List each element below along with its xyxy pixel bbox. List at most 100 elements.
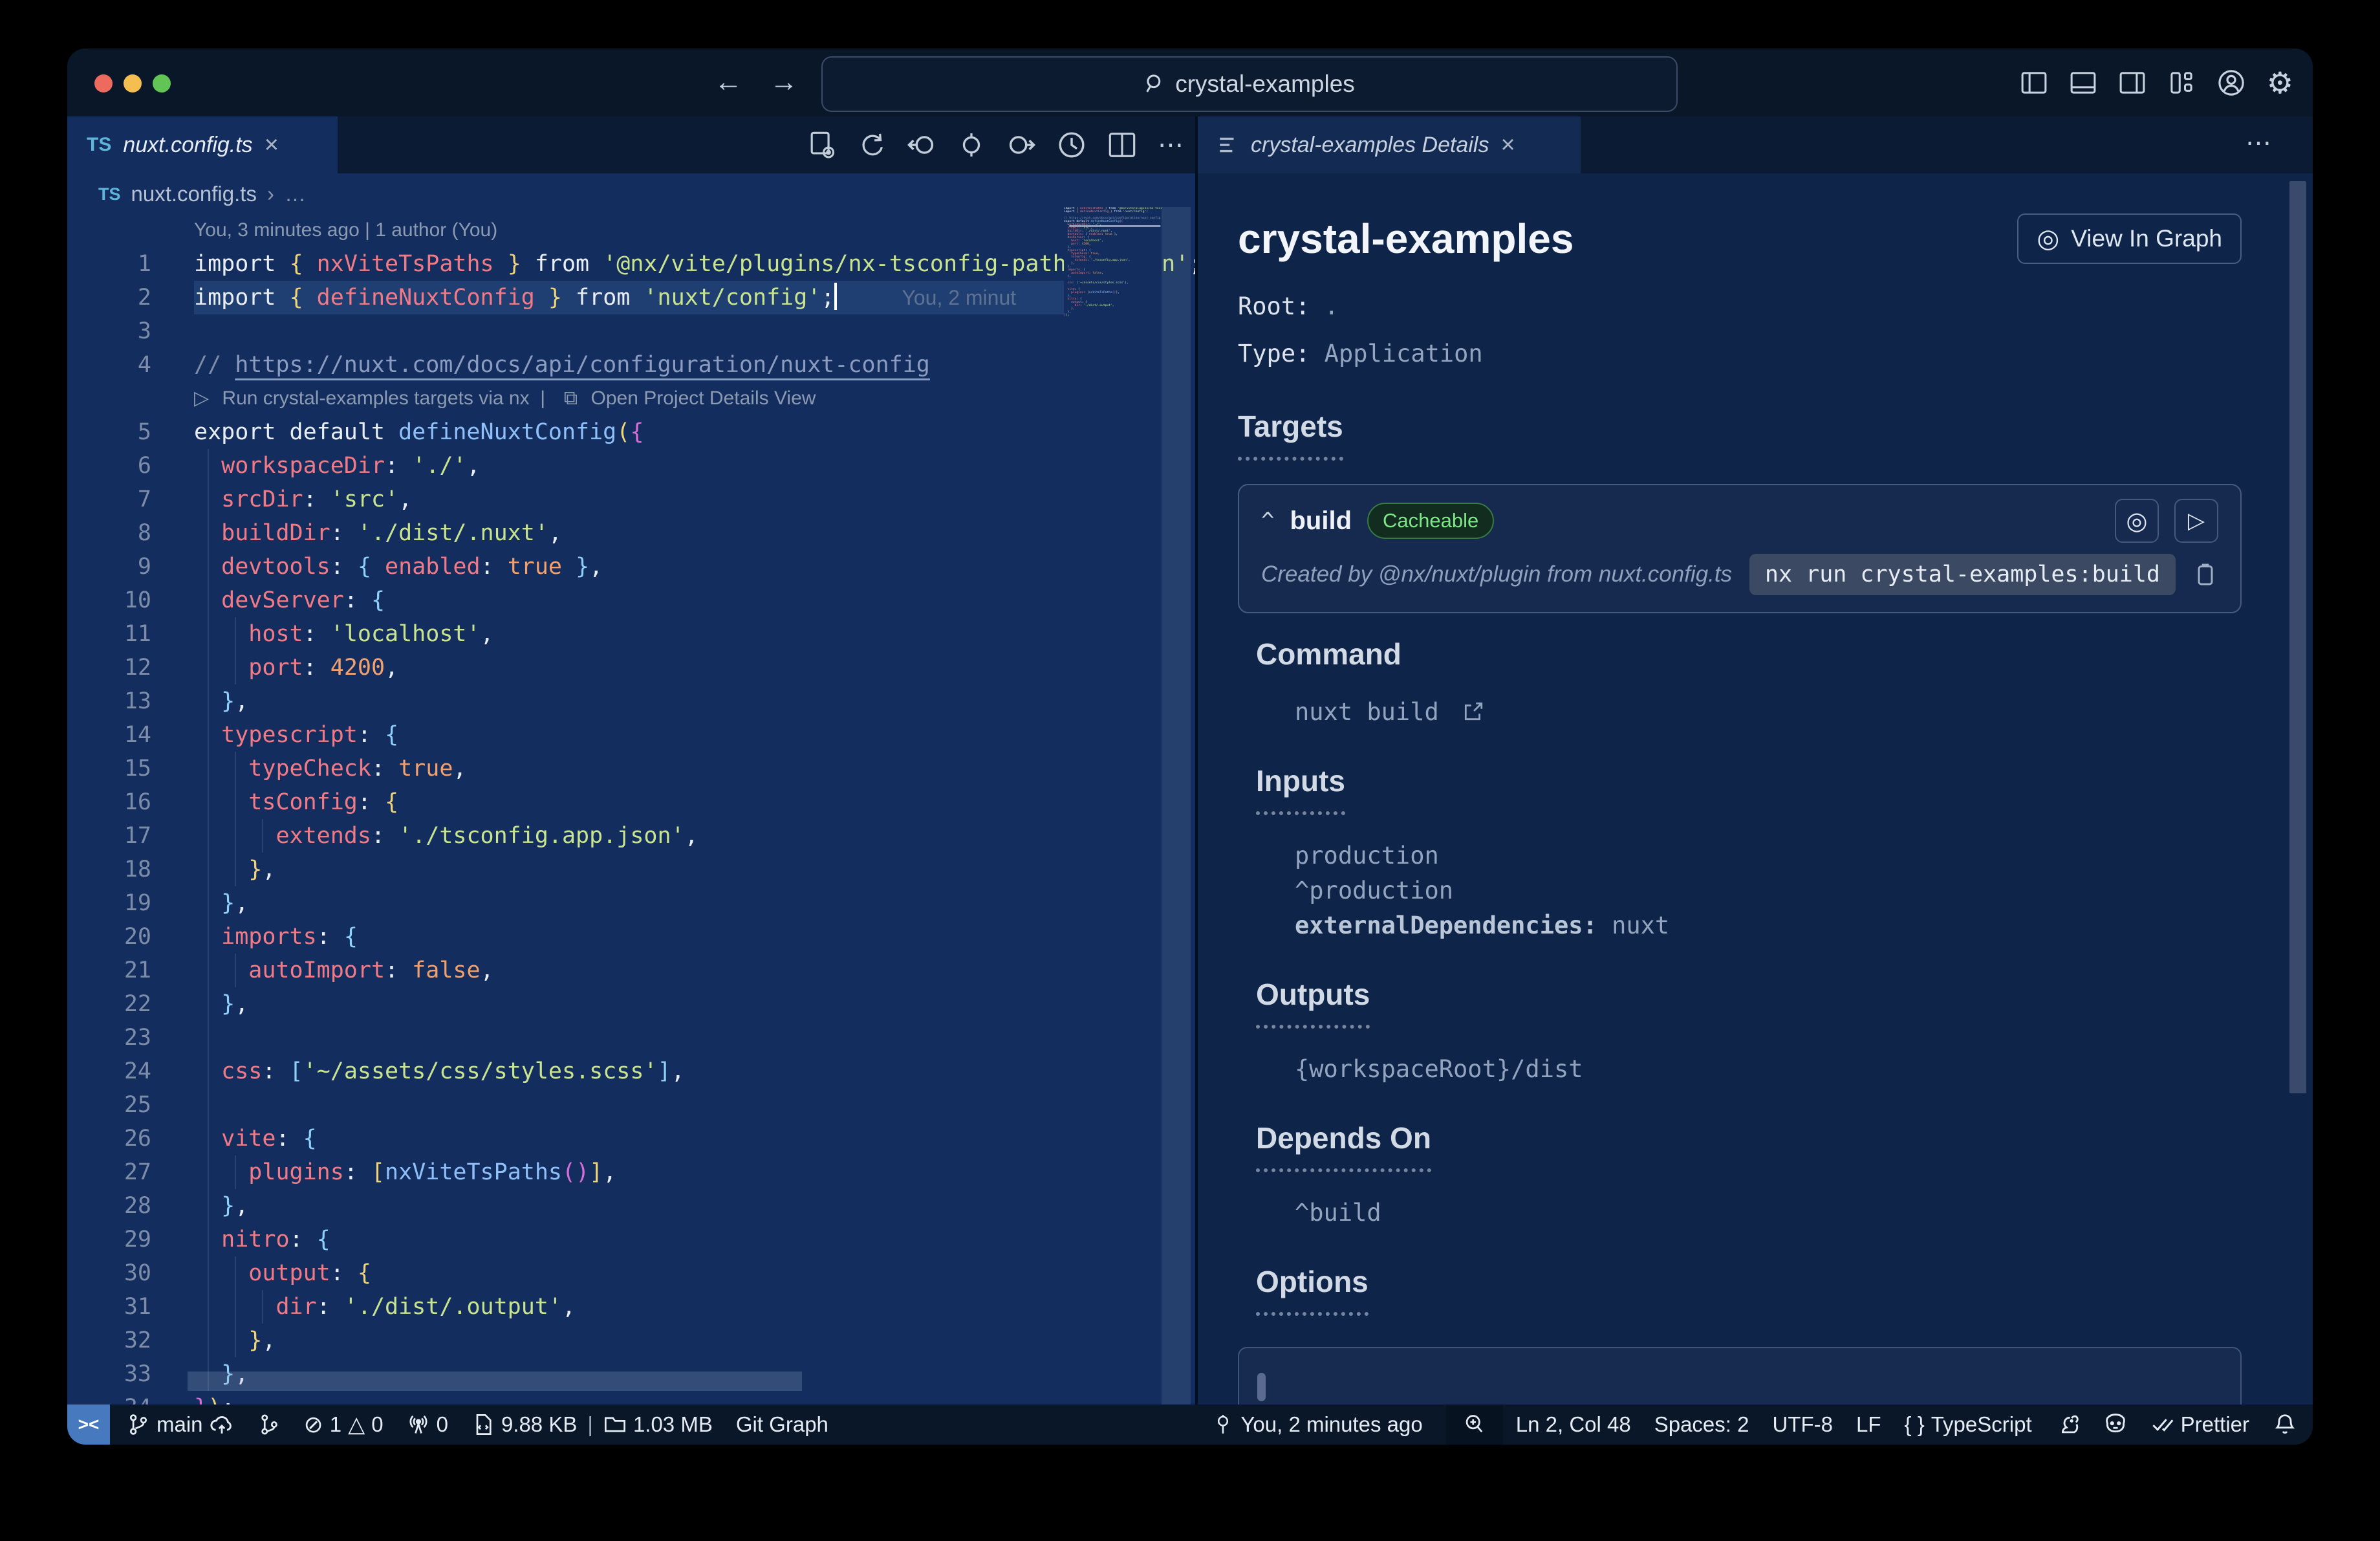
zoom-status[interactable] — [1445, 1404, 1503, 1445]
line-number[interactable]: 13 — [67, 684, 194, 718]
code-line[interactable]: 6 workspaceDir: './', — [67, 449, 1195, 483]
code-line[interactable]: 9 devtools: { enabled: true }, — [67, 550, 1195, 584]
code-line[interactable]: 23 — [67, 1021, 1195, 1055]
settings-gear-icon[interactable]: ⚙ — [2267, 68, 2293, 98]
line-number[interactable]: 4 — [67, 348, 194, 382]
line-number[interactable]: 24 — [67, 1055, 194, 1088]
code-line[interactable]: 14 typescript: { — [67, 718, 1195, 752]
encoding-status[interactable]: UTF-8 — [1772, 1412, 1833, 1437]
run-target-button[interactable]: ▷ — [2174, 499, 2218, 543]
tab-project-details[interactable]: crystal-examples Details × — [1198, 116, 1581, 173]
line-number[interactable]: 8 — [67, 516, 194, 550]
code-line[interactable]: import { defineNuxtConfig } from 'nuxt/c… — [1064, 210, 1162, 213]
remote-indicator[interactable]: >< — [67, 1404, 110, 1445]
line-number[interactable]: 16 — [67, 785, 194, 819]
squirrel-extension-icon[interactable] — [2055, 1412, 2080, 1437]
code-line[interactable]: 31 dir: './dist/.output', — [67, 1290, 1195, 1324]
code-line[interactable]: 28 }, — [67, 1189, 1195, 1223]
notifications-bell-icon[interactable] — [2273, 1412, 2297, 1437]
line-number[interactable]: 31 — [67, 1290, 194, 1324]
external-link-icon[interactable] — [1462, 701, 1484, 723]
view-in-graph-button[interactable]: ◎ View In Graph — [2017, 213, 2242, 264]
codelens-link[interactable]: Open Project Details View — [591, 388, 816, 409]
codelens-icon[interactable]: ▷ — [194, 388, 214, 409]
account-icon[interactable] — [2216, 68, 2246, 98]
problems-status[interactable]: ⊘ 1 △ 0 — [304, 1411, 384, 1438]
customize-layout-icon[interactable] — [2167, 69, 2196, 97]
code-line[interactable]: 10 devServer: { — [67, 584, 1195, 617]
next-change-icon[interactable] — [1006, 130, 1036, 160]
code-line[interactable]: 15 typeCheck: true, — [67, 752, 1195, 785]
command-center-search[interactable]: crystal-examples — [821, 56, 1678, 112]
minimize-window-button[interactable] — [124, 74, 142, 93]
vertical-scrollbar[interactable] — [1162, 207, 1191, 1404]
open-changes-icon[interactable] — [807, 130, 837, 160]
code-line[interactable]: 18 }, — [67, 853, 1195, 886]
options-code-block[interactable]: { "cwd": "." } — [1238, 1347, 2242, 1404]
line-number[interactable]: 33 — [67, 1357, 194, 1391]
codelens-link[interactable]: Run crystal-examples targets via nx — [222, 388, 529, 409]
code-line[interactable]: 17 extends: './tsconfig.app.json', — [67, 819, 1195, 853]
file-size-status[interactable]: 9.88 KB | 1.03 MB — [471, 1412, 713, 1437]
line-number[interactable]: 26 — [67, 1122, 194, 1155]
code-line[interactable]: 25 — [67, 1088, 1195, 1122]
line-number[interactable]: 32 — [67, 1324, 194, 1357]
line-number[interactable]: 21 — [67, 954, 194, 987]
code-line[interactable]: 32 }, — [67, 1324, 1195, 1357]
indentation-status[interactable]: Spaces: 2 — [1654, 1412, 1749, 1437]
current-change-icon[interactable] — [957, 131, 986, 159]
line-number[interactable]: 6 — [67, 449, 194, 483]
line-number[interactable]: 25 — [67, 1088, 194, 1122]
line-number[interactable]: 5 — [67, 415, 194, 449]
code-line[interactable]: 29 nitro: { — [67, 1223, 1195, 1256]
code-line[interactable]: You, 3 minutes ago | 1 author (You) — [67, 213, 1195, 247]
code-line[interactable]: 4// https://nuxt.com/docs/api/configurat… — [67, 348, 1195, 382]
line-number[interactable]: 18 — [67, 853, 194, 886]
code-line[interactable]: 19 }, — [67, 886, 1195, 920]
code-line[interactable]: 13 }, — [67, 684, 1195, 718]
close-window-button[interactable] — [94, 74, 113, 93]
minimap[interactable]: import { nxViteTsPaths } from '@nx/vite/… — [1064, 207, 1162, 1404]
collapse-chevron-icon[interactable]: ^ — [1261, 508, 1274, 534]
horizontal-scrollbar[interactable] — [188, 1372, 802, 1391]
code-line[interactable]: 2 import { defineNuxtConfig } from 'nuxt/… — [67, 281, 1195, 314]
maximize-window-button[interactable] — [153, 74, 171, 93]
line-number[interactable]: 17 — [67, 819, 194, 853]
line-number[interactable]: 20 — [67, 920, 194, 954]
view-target-in-graph-button[interactable]: ◎ — [2115, 499, 2159, 543]
code-line[interactable]: 26 vite: { — [67, 1122, 1195, 1155]
line-number[interactable]: 11 — [67, 617, 194, 651]
previous-change-icon[interactable] — [907, 130, 936, 160]
panel-scrollbar[interactable] — [2289, 181, 2306, 1093]
line-number[interactable]: 7 — [67, 483, 194, 516]
code-line[interactable]: 12 port: 4200, — [67, 651, 1195, 684]
code-line[interactable]: 22 }, — [67, 987, 1195, 1021]
code-line[interactable]: 11 host: 'localhost', — [67, 617, 1195, 651]
line-number[interactable]: 22 — [67, 987, 194, 1021]
line-number[interactable]: 3 — [67, 314, 194, 348]
branch-status[interactable]: main — [127, 1412, 234, 1437]
code-line[interactable]: 21 autoImport: false, — [67, 954, 1195, 987]
code-rows[interactable]: You, 3 minutes ago | 1 author (You) 1 impo… — [67, 213, 1195, 1404]
panel-more-actions-icon[interactable]: ⋯ — [2245, 128, 2274, 158]
refresh-icon[interactable] — [858, 131, 886, 159]
code-line[interactable]: 20 imports: { — [67, 920, 1195, 954]
line-number[interactable]: 1 — [67, 247, 194, 281]
git-graph-status-icon[interactable] — [257, 1413, 281, 1436]
code-line[interactable]: 24 css: ['~/assets/css/styles.scss'], — [67, 1055, 1195, 1088]
more-actions-icon[interactable]: ⋯ — [1158, 130, 1186, 160]
code-line[interactable]: 16 tsConfig: { — [67, 785, 1195, 819]
back-icon[interactable]: ← — [714, 67, 742, 98]
code-line[interactable]: ▷ Run crystal-examples targets via nx | … — [67, 382, 1195, 415]
code-line[interactable]: 1 import { nxViteTsPaths } from '@nx/vite… — [67, 247, 1195, 281]
code-editor[interactable]: TS nuxt.config.ts › … You, 3 minutes ago… — [67, 173, 1195, 1404]
timeline-icon[interactable] — [1057, 130, 1087, 160]
nx-run-command-chip[interactable]: nx run crystal-examples:build — [1749, 554, 2176, 595]
line-number[interactable]: 10 — [67, 584, 194, 617]
line-number[interactable]: 27 — [67, 1155, 194, 1189]
ports-status[interactable]: 0 — [407, 1412, 448, 1437]
line-number[interactable]: 30 — [67, 1256, 194, 1290]
language-status[interactable]: { } TypeScript — [1905, 1412, 2032, 1437]
codelens-icon[interactable]: ⧉ — [564, 388, 583, 409]
eol-status[interactable]: LF — [1856, 1412, 1881, 1437]
